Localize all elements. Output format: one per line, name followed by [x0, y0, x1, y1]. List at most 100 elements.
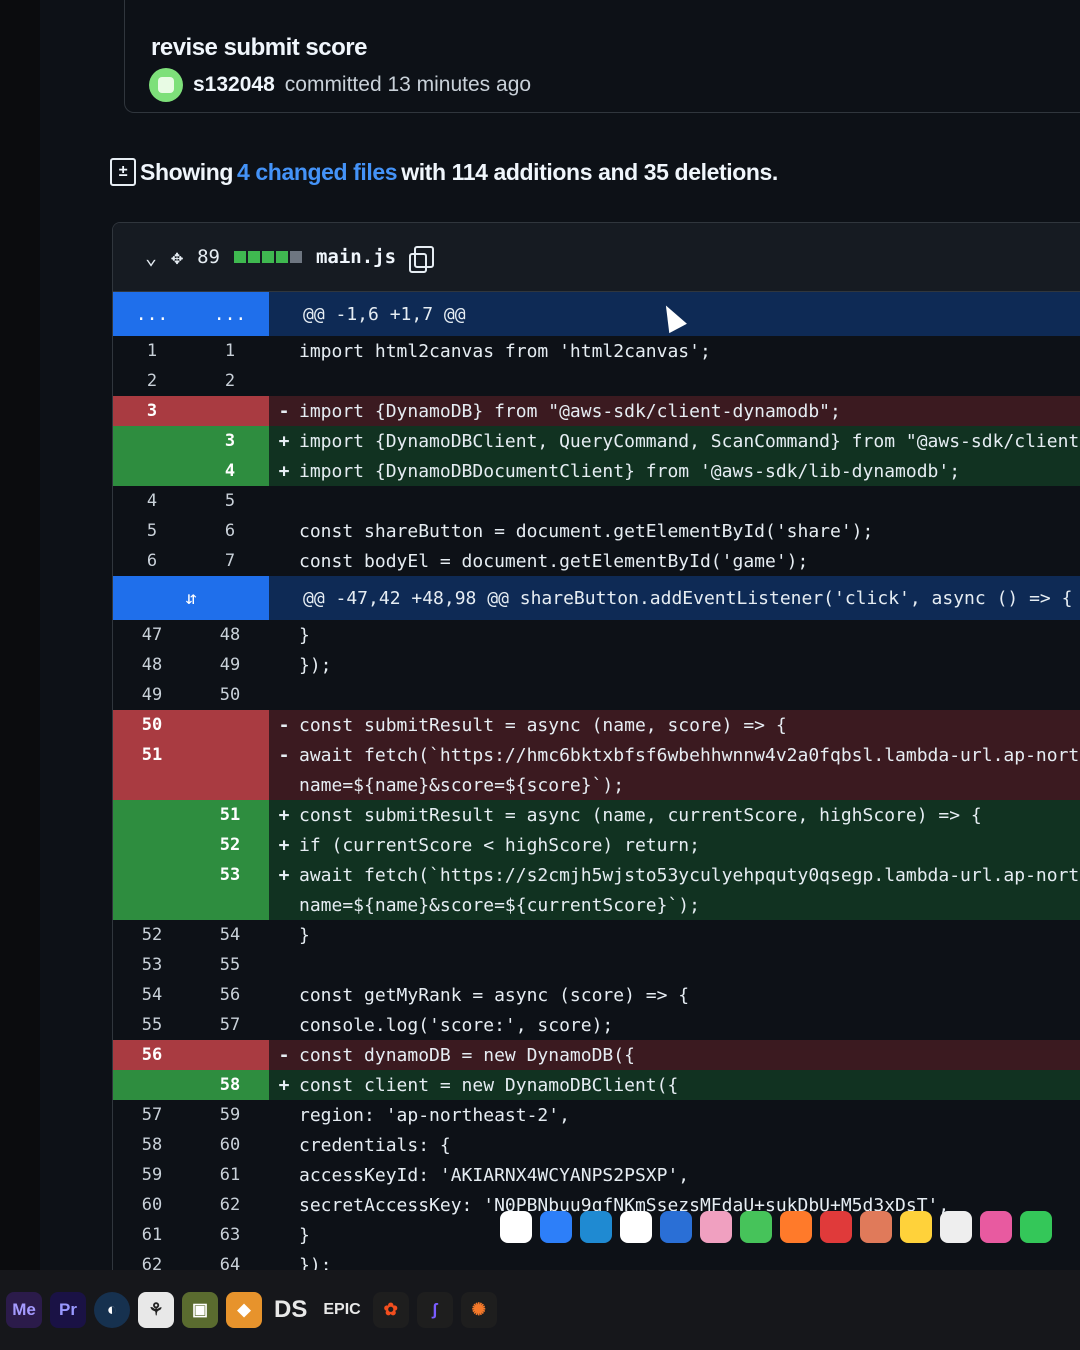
old-line-number[interactable]: 6 [113, 551, 191, 571]
old-line-number[interactable]: 53 [113, 955, 191, 975]
new-line-number[interactable]: 51 [191, 805, 269, 825]
new-line-number[interactable]: 59 [191, 1105, 269, 1125]
hunk-header[interactable]: ⇵ @@ -47,42 +48,98 @@ shareButton.addEven… [113, 576, 1080, 620]
vscode-icon[interactable] [540, 1211, 572, 1243]
code-text: if (currentScore < highScore) return; [299, 834, 700, 856]
old-line-number[interactable]: 49 [113, 685, 191, 705]
commit-user[interactable]: s132048 [193, 73, 275, 97]
old-line-number[interactable]: 55 [113, 1015, 191, 1035]
new-line-number[interactable]: 5 [191, 491, 269, 511]
new-line-number[interactable]: 55 [191, 955, 269, 975]
hunk-expand-button[interactable]: ⇵ [113, 576, 269, 620]
diff-line: 53 + await fetch(`https://s2cmjh5wjsto53y… [113, 860, 1080, 890]
cinema4d-icon[interactable]: ◐ [94, 1292, 130, 1328]
capcut-icon[interactable] [780, 1211, 812, 1243]
new-line-number[interactable]: 1 [191, 341, 269, 361]
new-line-number[interactable]: 7 [191, 551, 269, 571]
diff-sign: - [278, 744, 290, 766]
code-text: await fetch(`https://s2cmjh5wjsto53yculy… [299, 864, 1080, 886]
file-name[interactable]: main.js [316, 246, 396, 268]
old-line-number[interactable]: 60 [113, 1195, 191, 1215]
safari-icon[interactable] [860, 1211, 892, 1243]
diff-line: 3 + import {DynamoDBClient, QueryCommand, … [113, 426, 1080, 456]
diff-line: 49 50 [113, 680, 1080, 710]
old-line-number[interactable]: 59 [113, 1165, 191, 1185]
old-line-number[interactable]: 57 [113, 1105, 191, 1125]
blender-icon[interactable]: ✺ [460, 1292, 497, 1328]
hunk-header[interactable]: ...... @@ -1,6 +1,7 @@ [113, 292, 1080, 336]
code-text: const submitResult = async (name, curren… [299, 804, 982, 826]
old-line-number[interactable]: 2 [113, 371, 191, 391]
copy-icon[interactable] [409, 246, 435, 273]
diff-line: 51 + const submitResult = async (name, cur… [113, 800, 1080, 830]
avatar[interactable] [149, 68, 183, 102]
stickies-icon[interactable] [940, 1211, 972, 1243]
file-change-count: 89 [197, 246, 220, 268]
epic-games-icon[interactable]: EPIC [319, 1292, 364, 1328]
old-line-number[interactable]: 1 [113, 341, 191, 361]
new-line-number[interactable]: 3 [191, 431, 269, 451]
new-line-number[interactable]: 62 [191, 1195, 269, 1215]
diff-sign: + [278, 430, 290, 452]
pixelmator-icon[interactable] [700, 1211, 732, 1243]
media-encoder-icon[interactable]: Me [6, 1292, 42, 1328]
new-line-number[interactable]: 48 [191, 625, 269, 645]
onion-icon[interactable] [900, 1211, 932, 1243]
expand-arrows-icon[interactable]: ✥ [171, 245, 183, 269]
old-line-number[interactable]: 58 [113, 1135, 191, 1155]
substance-icon[interactable]: ▣ [182, 1292, 218, 1328]
new-line-number[interactable]: 2 [191, 371, 269, 391]
zbrush-icon[interactable]: ⚘ [138, 1292, 174, 1328]
monitor-screen: revise submit score s132048 committed 13… [40, 0, 1080, 1290]
changed-files-link[interactable]: 4 changed files [237, 159, 398, 186]
expand-updown-icon[interactable]: ⇵ [186, 588, 197, 609]
file-diff: ⌄ ✥ 89 main.js ...... @@ -1,6 +1,7 @@ 1 1 im… [112, 222, 1080, 1290]
messages-icon[interactable] [620, 1211, 652, 1243]
photos-icon[interactable] [740, 1211, 772, 1243]
old-line-number[interactable]: 4 [113, 491, 191, 511]
new-line-number[interactable]: 4 [191, 461, 269, 481]
commit-title[interactable]: revise submit score [151, 34, 367, 62]
new-line-number[interactable]: 6 [191, 521, 269, 541]
hunk-ellipsis: ... [135, 303, 169, 325]
old-line-number[interactable]: 3 [113, 401, 191, 421]
old-line-number[interactable]: 52 [113, 925, 191, 945]
quicktime-icon[interactable] [820, 1211, 852, 1243]
old-line-number[interactable]: 54 [113, 985, 191, 1005]
daz-studio-icon[interactable]: DS [270, 1292, 311, 1328]
old-line-number[interactable]: 61 [113, 1225, 191, 1245]
new-line-number[interactable]: 49 [191, 655, 269, 675]
old-line-number[interactable]: 47 [113, 625, 191, 645]
figma-icon[interactable]: ✿ [372, 1292, 409, 1328]
new-line-number[interactable]: 53 [191, 865, 269, 885]
spline-icon[interactable]: ʃ [416, 1292, 453, 1328]
diff-sign: - [278, 714, 290, 736]
new-line-number[interactable]: 56 [191, 985, 269, 1005]
creative-cloud-icon[interactable] [980, 1211, 1012, 1243]
code-text: credentials: { [299, 1134, 451, 1156]
new-line-number[interactable]: 57 [191, 1015, 269, 1035]
hunk-expand-button[interactable]: ...... [113, 292, 269, 336]
new-line-number[interactable]: 61 [191, 1165, 269, 1185]
checkmark-icon[interactable] [1020, 1211, 1052, 1243]
new-line-number[interactable]: 63 [191, 1225, 269, 1245]
diff-file-icon: ± [110, 158, 136, 186]
finder-icon[interactable] [660, 1211, 692, 1243]
new-line-number[interactable]: 58 [191, 1075, 269, 1095]
notion-icon[interactable] [500, 1211, 532, 1243]
premiere-icon[interactable]: Pr [50, 1292, 86, 1328]
keyshot-icon[interactable]: ◆ [226, 1292, 262, 1328]
old-line-number[interactable]: 5 [113, 521, 191, 541]
old-line-number[interactable]: 48 [113, 655, 191, 675]
new-line-number[interactable]: 54 [191, 925, 269, 945]
new-line-number[interactable]: 60 [191, 1135, 269, 1155]
preview-icon[interactable] [580, 1211, 612, 1243]
old-line-number[interactable]: 50 [113, 715, 191, 735]
code-text: name=${name}&score=${currentScore}`); [299, 894, 700, 916]
old-line-number[interactable]: 56 [113, 1045, 191, 1065]
new-line-number[interactable]: 52 [191, 835, 269, 855]
chevron-down-icon[interactable]: ⌄ [145, 245, 157, 269]
new-line-number[interactable]: 50 [191, 685, 269, 705]
old-line-number[interactable]: 51 [113, 745, 191, 765]
hunk-text: @@ -47,42 +48,98 @@ shareButton.addEvent… [303, 587, 1073, 609]
